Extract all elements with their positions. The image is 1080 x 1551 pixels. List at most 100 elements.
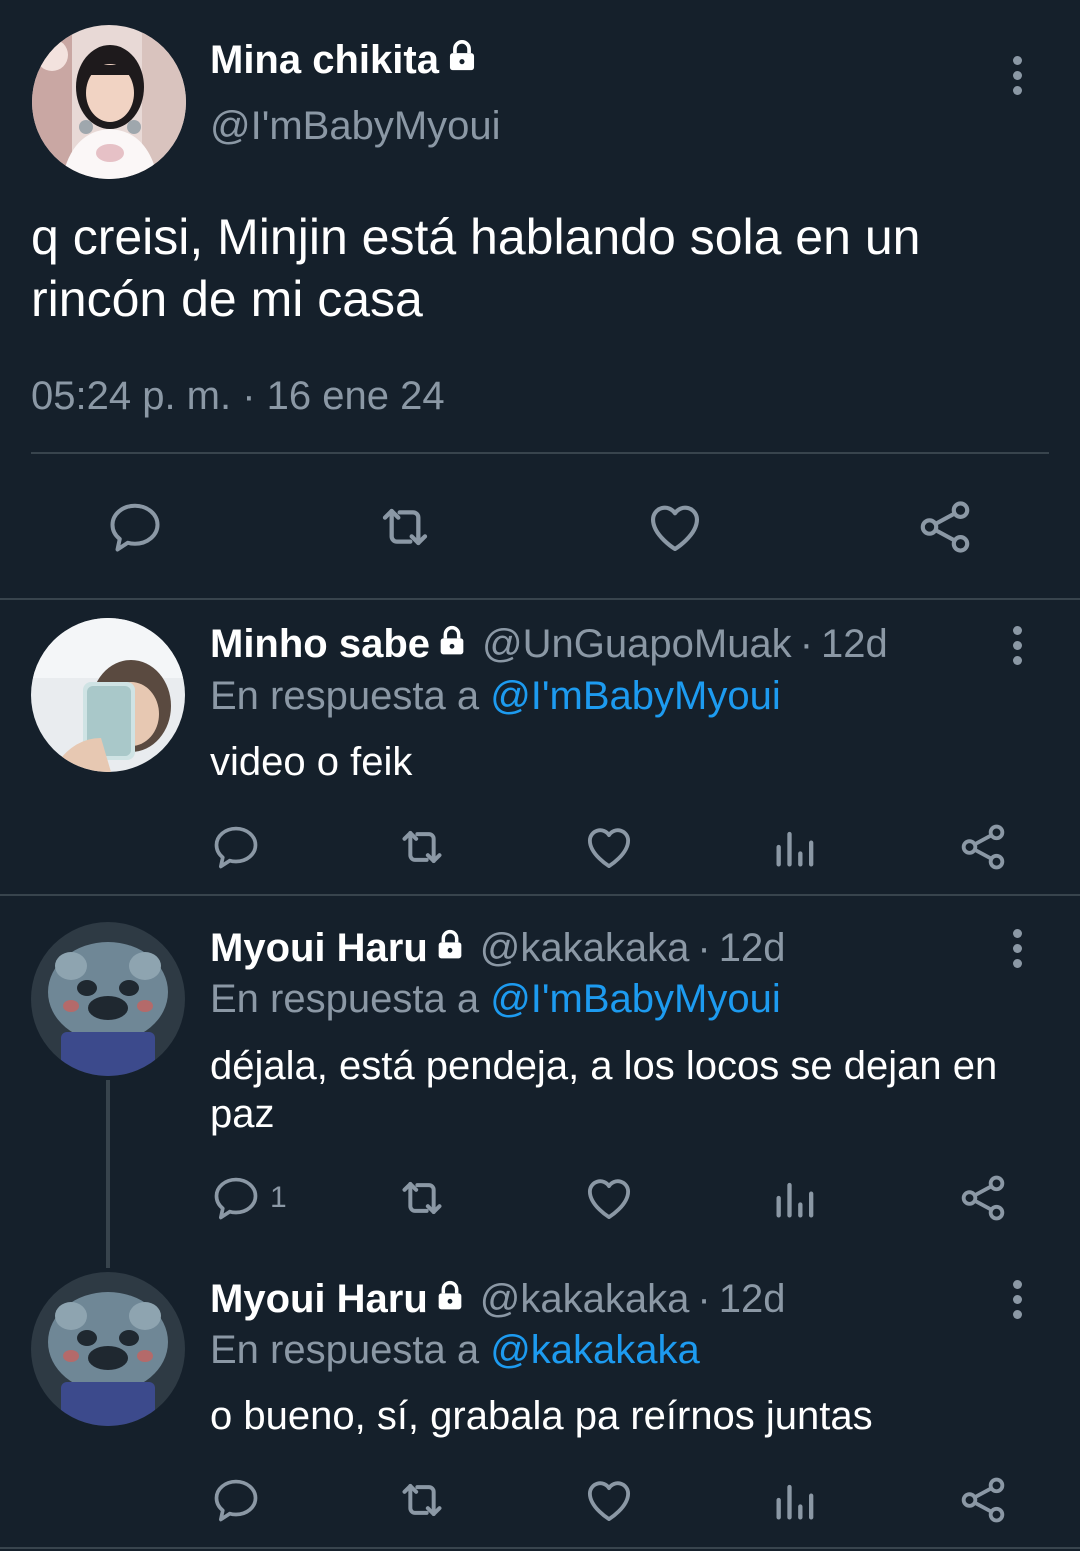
reply-icon — [110, 503, 160, 552]
main-author-name-text[interactable]: Mina chikita — [210, 38, 439, 83]
main-author-handle[interactable]: @I'mBabyMyoui — [210, 104, 501, 149]
replying-to-line: En respuesta a @I'mBabyMyoui — [210, 977, 781, 1022]
replying-to-mention-link[interactable]: @kakakaka — [490, 1328, 700, 1372]
reply-author-handle[interactable]: @kakakaka — [480, 1277, 690, 1322]
main-tweet-divider — [31, 452, 1049, 454]
separator-dot: · — [799, 622, 814, 666]
share-icon — [961, 1477, 1005, 1523]
reply-header: Myoui Haru @kakakaka · 12d — [210, 1277, 785, 1322]
reply-author-avatar[interactable] — [31, 1272, 185, 1426]
reply-icon — [214, 1177, 258, 1220]
more-dot-icon — [1012, 625, 1022, 635]
like-icon — [587, 1179, 631, 1220]
reply-author-name-text[interactable]: Myoui Haru — [210, 1277, 428, 1322]
like-icon — [587, 1481, 631, 1522]
retweet-icon — [402, 831, 442, 863]
replying-to-line: En respuesta a @kakakaka — [210, 1328, 700, 1373]
analytics-icon — [776, 1182, 814, 1218]
reply-author-name-text[interactable]: Minho sabe — [210, 622, 430, 667]
reply-retweet-button[interactable] — [394, 1472, 450, 1528]
main-tweet-timestamp[interactable]: 05:24 p. m. · 16 ene 24 — [31, 374, 445, 419]
analytics-icon — [776, 831, 814, 867]
reply-analytics-button[interactable] — [770, 1472, 822, 1528]
reply-share-button[interactable] — [956, 1472, 1010, 1528]
reply-author-name-text[interactable]: Myoui Haru — [210, 926, 428, 971]
main-like-button[interactable] — [640, 492, 710, 562]
analytics-icon — [776, 1484, 814, 1520]
more-dot-icon — [1012, 85, 1022, 95]
reply-time[interactable]: 12d — [719, 1277, 786, 1322]
reply-author-name[interactable]: Myoui Haru — [210, 1277, 466, 1322]
reply-retweet-button[interactable] — [394, 819, 450, 875]
main-more-options-button[interactable] — [1002, 50, 1032, 100]
main-reply-button[interactable] — [100, 492, 170, 562]
more-dot-icon — [1012, 1294, 1022, 1304]
main-share-button[interactable] — [910, 492, 980, 562]
reply-icon — [214, 826, 258, 869]
reply-header: Myoui Haru @kakakaka · 12d — [210, 926, 785, 971]
reply-author-handle[interactable]: @kakakaka — [480, 926, 690, 971]
reply-share-button[interactable] — [956, 1170, 1010, 1226]
retweet-icon — [402, 1182, 442, 1214]
more-dot-icon — [1012, 928, 1022, 938]
section-divider — [0, 1547, 1080, 1549]
reply-author-name[interactable]: Minho sabe — [210, 622, 468, 667]
replying-to-line: En respuesta a @I'mBabyMyoui — [210, 674, 781, 719]
protected-lock-icon — [436, 622, 468, 667]
more-dot-icon — [1012, 958, 1022, 968]
main-retweet-button[interactable] — [370, 492, 440, 562]
share-icon — [961, 1175, 1005, 1221]
reply-text: déjala, está pendeja, a los locos se dej… — [210, 1044, 998, 1136]
more-dot-icon — [1012, 640, 1022, 650]
reply-header: Minho sabe @UnGuapoMuak · 12d — [210, 622, 888, 667]
protected-lock-icon — [445, 38, 479, 83]
retweet-icon — [402, 1484, 442, 1516]
reply-more-options-button[interactable] — [1002, 923, 1032, 973]
reply-analytics-button[interactable] — [770, 819, 822, 875]
main-author-name[interactable]: Mina chikita — [210, 38, 479, 83]
reply-text: video o feik — [210, 740, 413, 784]
reply-share-button[interactable] — [956, 819, 1010, 875]
like-icon — [587, 828, 631, 869]
main-tweet-text: q creisi, Minjin está hablando sola en u… — [31, 209, 921, 327]
reply-retweet-button[interactable] — [394, 1170, 450, 1226]
more-dot-icon — [1012, 1309, 1022, 1319]
reply-author-avatar[interactable] — [31, 618, 185, 772]
thread-connector-line — [106, 1080, 110, 1268]
reply-time[interactable]: 12d — [821, 622, 888, 667]
more-dot-icon — [1012, 1279, 1022, 1289]
reply-like-button[interactable] — [582, 1472, 636, 1528]
like-icon — [650, 505, 700, 552]
reply-more-options-button[interactable] — [1002, 1274, 1032, 1324]
protected-lock-icon — [434, 1277, 466, 1322]
reply-author-handle[interactable]: @UnGuapoMuak — [482, 622, 792, 667]
protected-lock-icon — [434, 926, 466, 971]
reply-time[interactable]: 12d — [719, 926, 786, 971]
more-dot-icon — [1012, 55, 1022, 65]
replying-to-mention-link[interactable]: @I'mBabyMyoui — [490, 977, 781, 1021]
more-dot-icon — [1012, 655, 1022, 665]
section-divider — [0, 598, 1080, 600]
replying-to-label: En respuesta a — [210, 1328, 480, 1372]
separator-dot: · — [697, 926, 711, 970]
reply-reply-button[interactable]: 1 — [210, 1170, 287, 1226]
reply-like-button[interactable] — [582, 819, 636, 875]
reply-more-options-button[interactable] — [1002, 620, 1032, 670]
separator-dot: · — [697, 1277, 711, 1321]
replying-to-label: En respuesta a — [210, 674, 480, 718]
reply-author-name[interactable]: Myoui Haru — [210, 926, 466, 971]
retweet-icon — [382, 508, 428, 546]
replying-to-mention-link[interactable]: @I'mBabyMyoui — [490, 674, 781, 718]
reply-like-button[interactable] — [582, 1170, 636, 1226]
reply-analytics-button[interactable] — [770, 1170, 822, 1226]
main-author-avatar[interactable] — [32, 25, 186, 179]
share-icon — [920, 501, 970, 553]
more-dot-icon — [1012, 943, 1022, 953]
more-dot-icon — [1012, 70, 1022, 80]
reply-reply-button[interactable] — [210, 819, 270, 875]
reply-reply-button[interactable] — [210, 1472, 270, 1528]
reply-author-avatar[interactable] — [31, 922, 185, 1076]
reply-text: o bueno, sí, grabala pa reírnos juntas — [210, 1394, 873, 1438]
replying-to-label: En respuesta a — [210, 977, 480, 1021]
reply-count: 1 — [270, 1181, 287, 1214]
